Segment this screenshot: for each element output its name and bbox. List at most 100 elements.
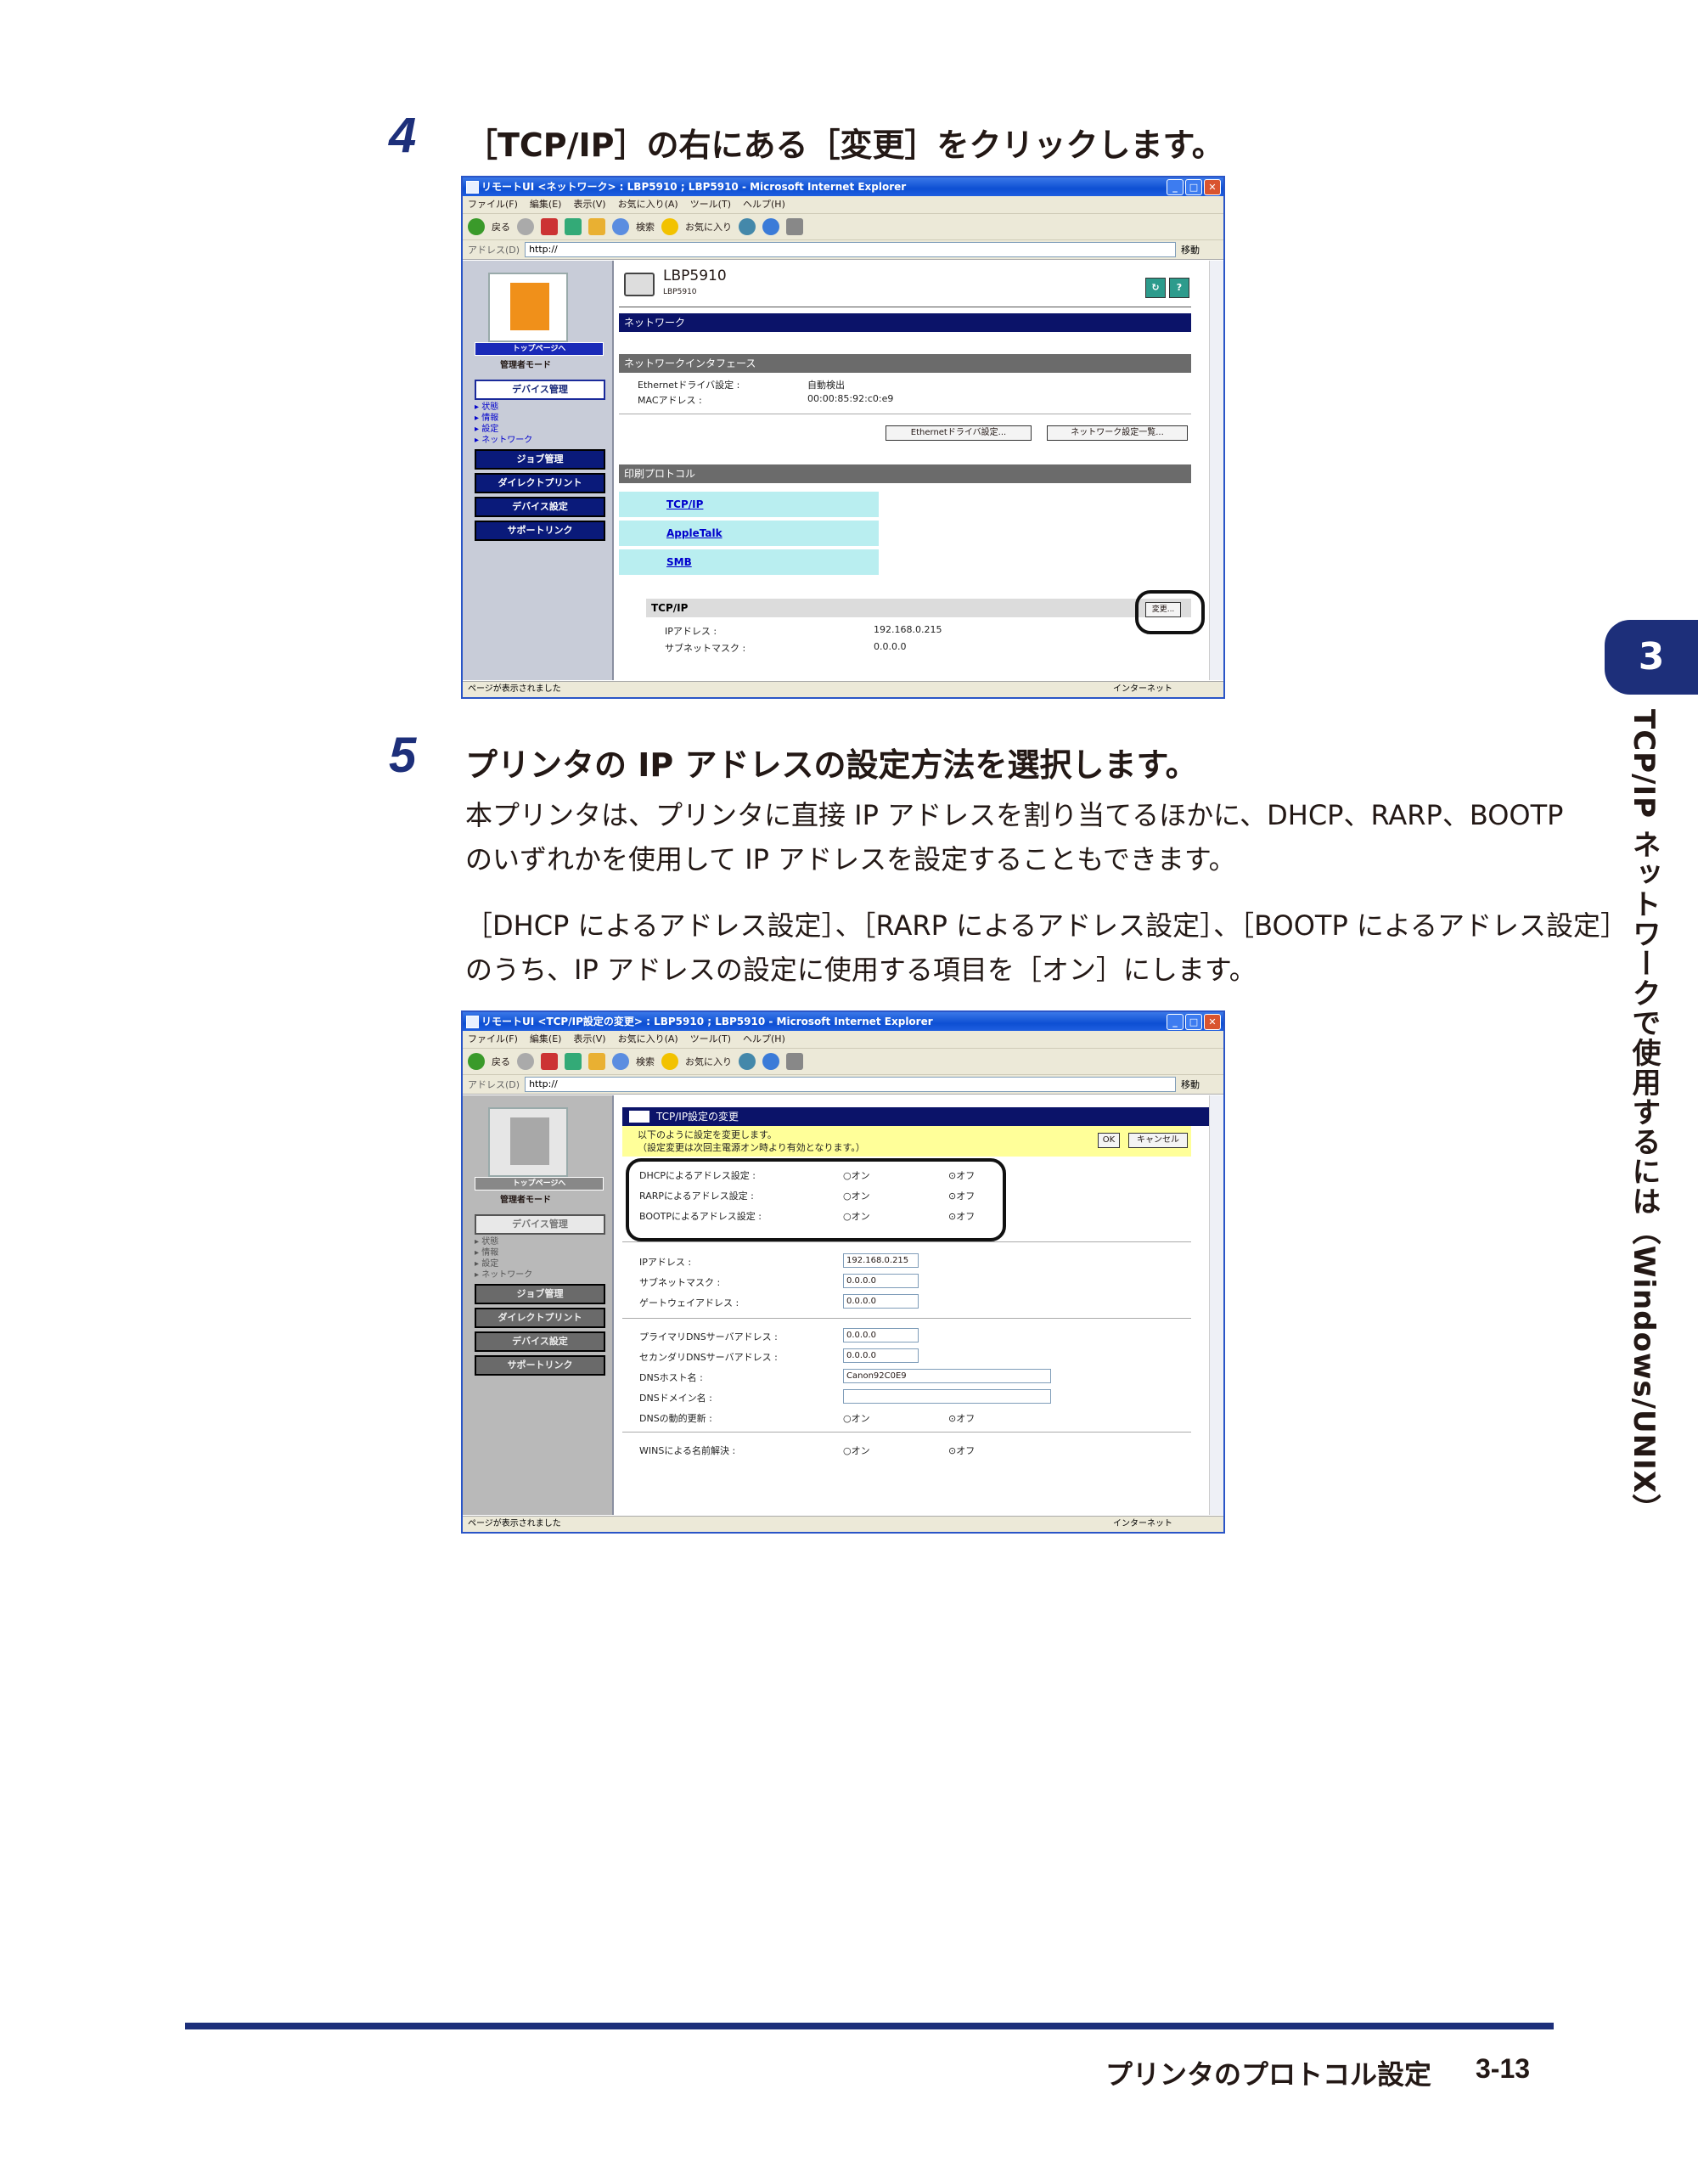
search-label[interactable]: 検索: [636, 220, 655, 234]
remote-ui-logo[interactable]: [488, 273, 568, 342]
menu-help[interactable]: ヘルプ(H): [743, 1031, 785, 1048]
stop-icon[interactable]: [541, 1053, 558, 1070]
menu-view[interactable]: 表示(V): [573, 1031, 605, 1048]
menu-edit[interactable]: 編集(E): [530, 1031, 562, 1048]
protocol-appletalk-link[interactable]: AppleTalk: [666, 527, 722, 539]
dns-dynamic-off-radio[interactable]: ⊙オフ: [948, 1411, 975, 1425]
maximize-icon[interactable]: □: [1185, 1014, 1202, 1030]
back-icon[interactable]: [468, 218, 485, 235]
footer-section-title: プリンタのプロトコル設定: [1105, 2058, 1432, 2091]
ok-button[interactable]: OK: [1098, 1133, 1120, 1148]
device-settings-button: デバイス設定: [475, 1331, 605, 1352]
favorites-label[interactable]: お気に入り: [685, 220, 732, 234]
primary-dns-input[interactable]: 0.0.0.0: [843, 1328, 919, 1342]
secondary-dns-input[interactable]: 0.0.0.0: [843, 1348, 919, 1363]
mail-icon[interactable]: [762, 1053, 779, 1070]
divider: [622, 1432, 1191, 1433]
help-icon[interactable]: ?: [1169, 278, 1189, 298]
printer-icon: [624, 273, 655, 296]
link-network[interactable]: ネットワーク: [481, 436, 532, 445]
wins-on-radio[interactable]: ○オン: [843, 1444, 870, 1457]
back-label[interactable]: 戻る: [492, 1055, 510, 1068]
dns-dynamic-on-radio[interactable]: ○オン: [843, 1411, 870, 1425]
admin-mode-label: 管理者モード: [500, 1196, 551, 1205]
menu-tools[interactable]: ツール(T): [690, 196, 731, 213]
protocol-smb[interactable]: SMB: [619, 549, 879, 575]
menu-favorites[interactable]: お気に入り(A): [618, 196, 678, 213]
subnet-mask-input[interactable]: 0.0.0.0: [843, 1274, 919, 1288]
subnet-mask-value: 0.0.0.0: [874, 641, 907, 652]
divider: [622, 1241, 1191, 1242]
menu-file[interactable]: ファイル(F): [468, 196, 518, 213]
menu-help[interactable]: ヘルプ(H): [743, 196, 785, 213]
back-icon[interactable]: [468, 1053, 485, 1070]
menu-edit[interactable]: 編集(E): [530, 196, 562, 213]
search-icon[interactable]: [612, 218, 629, 235]
minimize-icon[interactable]: _: [1167, 179, 1184, 195]
protocol-smb-link[interactable]: SMB: [666, 556, 692, 568]
protocol-tcpip[interactable]: TCP/IP: [619, 492, 879, 517]
ip-address-input[interactable]: 192.168.0.215: [843, 1253, 919, 1268]
content-pane: LBP5910 LBP5910 ↻ ? ネットワーク ネットワークインタフェース…: [614, 261, 1208, 680]
support-link-button[interactable]: サポートリンク: [475, 521, 605, 541]
refresh-icon[interactable]: [565, 218, 582, 235]
go-button[interactable]: 移動: [1181, 243, 1223, 256]
top-page-link[interactable]: トップページへ: [475, 342, 604, 356]
print-icon[interactable]: [786, 218, 803, 235]
dns-domain-input[interactable]: [843, 1389, 1051, 1404]
menu-tools[interactable]: ツール(T): [690, 1031, 731, 1048]
ethernet-driver-settings-button[interactable]: Ethernetドライバ設定...: [886, 425, 1032, 441]
device-management-button[interactable]: デバイス管理: [475, 380, 605, 400]
address-input[interactable]: http://: [525, 1077, 1176, 1092]
device-settings-button[interactable]: デバイス設定: [475, 497, 605, 517]
notice-line1: 以下のように設定を変更します。: [638, 1129, 777, 1140]
job-management-button[interactable]: ジョブ管理: [475, 449, 605, 470]
link-info[interactable]: 情報: [481, 414, 498, 423]
menu-file[interactable]: ファイル(F): [468, 1031, 518, 1048]
protocol-appletalk[interactable]: AppleTalk: [619, 521, 879, 546]
wins-off-radio[interactable]: ⊙オフ: [948, 1444, 975, 1457]
refresh-page-icon[interactable]: ↻: [1145, 278, 1166, 298]
home-icon[interactable]: [588, 218, 605, 235]
search-icon[interactable]: [612, 1053, 629, 1070]
protocol-tcpip-link[interactable]: TCP/IP: [666, 498, 703, 510]
network-settings-list-button[interactable]: ネットワーク設定一覧...: [1047, 425, 1188, 441]
go-button[interactable]: 移動: [1181, 1078, 1223, 1091]
maximize-icon[interactable]: □: [1185, 179, 1202, 195]
link-info: 情報: [481, 1248, 499, 1258]
divider: [622, 1318, 1191, 1319]
gateway-input[interactable]: 0.0.0.0: [843, 1294, 919, 1309]
gateway-label: ゲートウェイアドレス :: [639, 1297, 739, 1309]
favorites-label[interactable]: お気に入り: [685, 1055, 732, 1068]
vertical-scrollbar[interactable]: [1209, 261, 1223, 680]
address-label: アドレス(D): [468, 245, 520, 256]
favorites-icon[interactable]: [661, 1053, 678, 1070]
refresh-icon[interactable]: [565, 1053, 582, 1070]
dns-host-input[interactable]: Canon92C0E9: [843, 1369, 1051, 1383]
address-input[interactable]: http://: [525, 242, 1176, 257]
close-icon[interactable]: ✕: [1204, 1014, 1221, 1030]
left-nav-pane: トップページへ 管理者モード デバイス管理 ▸ 状態 ▸ 情報 ▸ 設定 ▸ ネ…: [463, 261, 614, 680]
history-icon[interactable]: [739, 218, 756, 235]
forward-icon[interactable]: [517, 1053, 534, 1070]
cancel-button[interactable]: キャンセル: [1128, 1133, 1188, 1148]
stop-icon[interactable]: [541, 218, 558, 235]
history-icon[interactable]: [739, 1053, 756, 1070]
print-icon[interactable]: [786, 1053, 803, 1070]
link-status[interactable]: 状態: [481, 402, 498, 412]
link-settings[interactable]: 設定: [481, 425, 498, 434]
network-header: ネットワーク: [619, 313, 1191, 332]
favorites-icon[interactable]: [661, 218, 678, 235]
back-label[interactable]: 戻る: [492, 220, 510, 234]
menu-view[interactable]: 表示(V): [573, 196, 605, 213]
vertical-scrollbar[interactable]: [1209, 1095, 1223, 1515]
home-icon[interactable]: [588, 1053, 605, 1070]
minimize-icon[interactable]: _: [1167, 1014, 1184, 1030]
menu-favorites[interactable]: お気に入り(A): [618, 1031, 678, 1048]
close-icon[interactable]: ✕: [1204, 179, 1221, 195]
forward-icon[interactable]: [517, 218, 534, 235]
mail-icon[interactable]: [762, 218, 779, 235]
direct-print-button: ダイレクトプリント: [475, 1308, 605, 1328]
search-label[interactable]: 検索: [636, 1055, 655, 1068]
direct-print-button[interactable]: ダイレクトプリント: [475, 473, 605, 493]
